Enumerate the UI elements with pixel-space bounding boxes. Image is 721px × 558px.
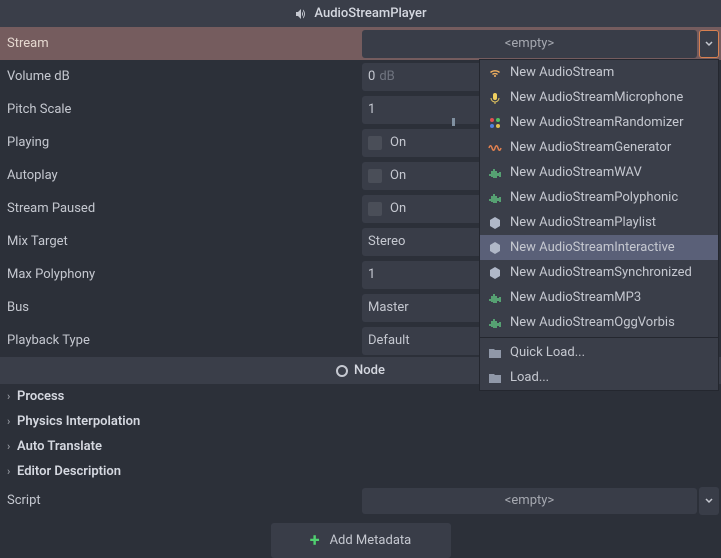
speaker-icon — [294, 7, 308, 21]
autoplay-label: Autoplay — [0, 168, 362, 183]
dropdown-item-label: New AudioStreamPlaylist — [510, 215, 656, 230]
playing-label: Playing — [0, 135, 362, 150]
autoplay-checkbox[interactable] — [368, 169, 382, 183]
dropdown-item-9[interactable]: New AudioStreamMP3 — [480, 285, 718, 310]
chevron-down-icon — [704, 496, 714, 506]
dropdown-item-0[interactable]: New AudioStream — [480, 60, 718, 85]
mix-target-label: Mix Target — [0, 234, 362, 249]
property-script: Script <empty> — [0, 486, 721, 515]
chevron-right-icon: › — [7, 440, 13, 453]
pitch-scale-label: Pitch Scale — [0, 102, 362, 117]
dropdown-item-6[interactable]: New AudioStreamPlaylist — [480, 210, 718, 235]
dropdown-quick-load[interactable]: Quick Load... — [480, 340, 718, 365]
folder-icon — [488, 371, 502, 385]
stream-dropdown-button[interactable] — [699, 30, 719, 58]
playback-type-label: Playback Type — [0, 333, 362, 348]
dropdown-item-8[interactable]: New AudioStreamSynchronized — [480, 260, 718, 285]
folder-icon — [488, 346, 502, 360]
dropdown-item-7[interactable]: New AudioStreamInteractive — [480, 235, 718, 260]
dropdown-item-label: New AudioStreamMP3 — [510, 290, 641, 305]
random-icon — [488, 116, 502, 130]
stream-label: Stream — [0, 36, 362, 51]
dropdown-item-label: New AudioStreamSynchronized — [510, 265, 692, 280]
chevron-right-icon: › — [7, 465, 13, 478]
dropdown-item-label: New AudioStreamOggVorbis — [510, 315, 675, 330]
dropdown-item-10[interactable]: New AudioStreamOggVorbis — [480, 310, 718, 335]
dropdown-item-1[interactable]: New AudioStreamMicrophone — [480, 85, 718, 110]
audio-icon — [488, 191, 502, 205]
dropdown-item-4[interactable]: New AudioStreamWAV — [480, 160, 718, 185]
expandable-auto-translate[interactable]: › Auto Translate — [0, 434, 721, 459]
dropdown-item-label: New AudioStreamGenerator — [510, 140, 671, 155]
mic-icon — [488, 91, 502, 105]
add-metadata-button[interactable]: + Add Metadata — [271, 523, 451, 558]
dropdown-item-label: New AudioStreamMicrophone — [510, 90, 683, 105]
dropdown-item-label: New AudioStreamWAV — [510, 165, 642, 180]
inspector-title: AudioStreamPlayer — [314, 6, 426, 21]
box-icon — [488, 266, 502, 280]
node-icon — [336, 365, 348, 377]
plus-icon: + — [310, 530, 320, 551]
stream-paused-label: Stream Paused — [0, 201, 362, 216]
dropdown-item-3[interactable]: New AudioStreamGenerator — [480, 135, 718, 160]
stream-paused-checkbox[interactable] — [368, 202, 382, 216]
expandable-editor-description[interactable]: › Editor Description — [0, 459, 721, 484]
chevron-right-icon: › — [7, 415, 13, 428]
dropdown-item-label: New AudioStreamInteractive — [510, 240, 675, 255]
audio-icon — [488, 291, 502, 305]
node-section-title: Node — [354, 363, 385, 378]
dropdown-load[interactable]: Load... — [480, 365, 718, 390]
pitch-slider-handle[interactable] — [452, 118, 455, 126]
dropdown-item-label: New AudioStreamRandomizer — [510, 115, 683, 130]
wave-icon — [488, 141, 502, 155]
dropdown-item-2[interactable]: New AudioStreamRandomizer — [480, 110, 718, 135]
bus-label: Bus — [0, 300, 362, 315]
volume-db-label: Volume dB — [0, 69, 362, 84]
dropdown-item-label: New AudioStreamPolyphonic — [510, 190, 678, 205]
property-stream: Stream <empty> — [0, 27, 721, 60]
chevron-right-icon: › — [7, 390, 13, 403]
box-icon — [488, 241, 502, 255]
script-value[interactable]: <empty> — [362, 488, 697, 514]
box-icon — [488, 216, 502, 230]
audio-icon — [488, 316, 502, 330]
inspector-header: AudioStreamPlayer — [0, 0, 721, 27]
audio-icon — [488, 166, 502, 180]
stream-value[interactable]: <empty> — [362, 30, 697, 58]
dropdown-separator — [480, 337, 718, 338]
script-label: Script — [0, 493, 362, 508]
dropdown-item-5[interactable]: New AudioStreamPolyphonic — [480, 185, 718, 210]
wifi-icon — [488, 66, 502, 80]
dropdown-item-label: New AudioStream — [510, 65, 614, 80]
expandable-physics-interpolation[interactable]: › Physics Interpolation — [0, 409, 721, 434]
playing-checkbox[interactable] — [368, 136, 382, 150]
max-polyphony-label: Max Polyphony — [0, 267, 362, 282]
stream-dropdown-menu: New AudioStream New AudioStreamMicrophone… — [479, 59, 719, 391]
script-dropdown-button[interactable] — [699, 487, 719, 515]
chevron-down-icon — [704, 39, 714, 49]
